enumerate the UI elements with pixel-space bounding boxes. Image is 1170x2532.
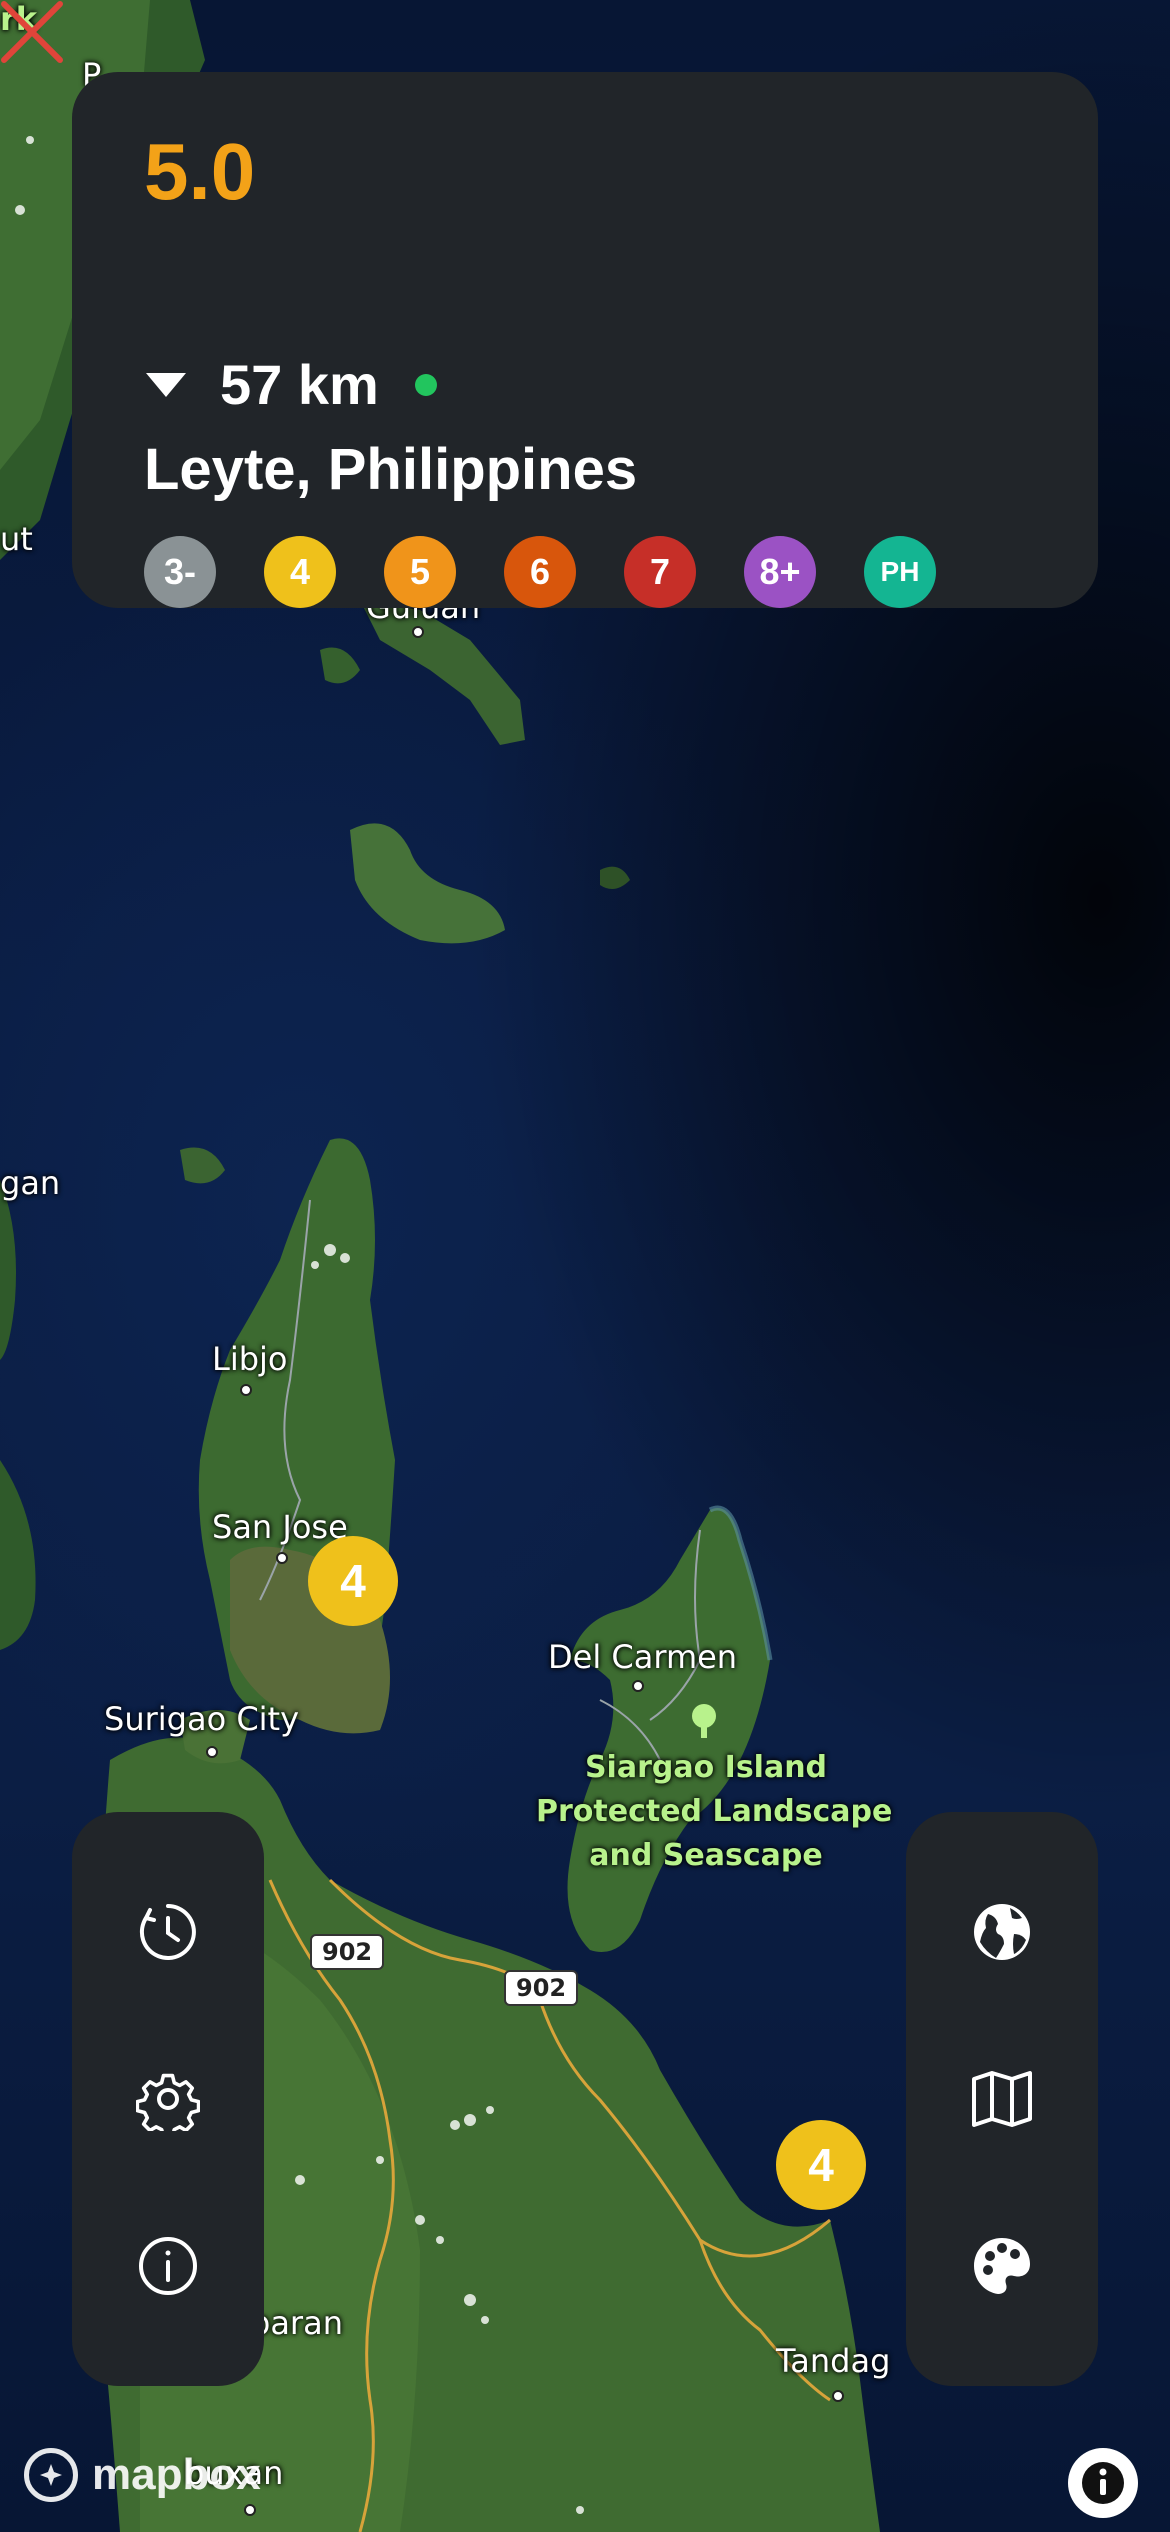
legend-chip-5[interactable]: 5: [384, 536, 456, 608]
info-icon: [139, 2237, 197, 2296]
location-title: Leyte, Philippines: [144, 437, 638, 502]
legend-chip-6[interactable]: 6: [504, 536, 576, 608]
town-dot: [276, 1552, 288, 1564]
mapbox-logo[interactable]: mapbox: [24, 2448, 261, 2502]
attribution-button[interactable]: [1068, 2448, 1138, 2518]
right-control-panel: [906, 1812, 1098, 2386]
town-dot: [240, 1384, 252, 1396]
place-label-left-ut: ut: [0, 520, 33, 558]
earthquake-cluster-marker[interactable]: 4: [776, 2120, 866, 2210]
park-name-line3: and Seascape: [589, 1838, 823, 1873]
town-dot: [832, 2390, 844, 2402]
live-status-dot: [414, 373, 437, 396]
place-label-libjo: Libjo: [212, 1340, 288, 1378]
town-dot: [244, 2504, 256, 2516]
legend-chip-4[interactable]: 4: [264, 536, 336, 608]
mapbox-wordmark: mapbox: [92, 2450, 261, 2499]
map-style-button[interactable]: [952, 2049, 1052, 2149]
park-name-line1: Siargao Island: [584, 1750, 828, 1785]
park-tree-icon: [692, 1704, 716, 1738]
theme-button[interactable]: [952, 2216, 1052, 2316]
legend-chip-8-plus[interactable]: 8+: [744, 536, 816, 608]
place-label-tandag: Tandag: [776, 2342, 891, 2380]
legend-chip-3-minus[interactable]: 3-: [144, 536, 216, 608]
magnitude-value: 5.0: [144, 127, 256, 216]
left-control-panel: [72, 1812, 264, 2386]
settings-button[interactable]: [118, 2049, 218, 2149]
legend-chip-ph[interactable]: PH: [864, 536, 936, 608]
park-name-line2: Protected Landscape: [536, 1794, 893, 1829]
globe-icon: [974, 1903, 1030, 1960]
place-label-left-gan: gan: [0, 1164, 61, 1202]
earthquake-cluster-marker[interactable]: 4: [308, 1536, 398, 1626]
mapbox-logo-icon: [24, 2448, 78, 2502]
depth-down-arrow-icon: [146, 372, 186, 397]
town-dot: [206, 1746, 218, 1758]
place-label-san-jose: San Jose: [212, 1508, 348, 1546]
road-shield: 902: [504, 1970, 579, 2006]
depth-row: 57 km: [144, 352, 437, 417]
globe-view-button[interactable]: [952, 1882, 1052, 1982]
earthquake-info-card[interactable]: 5.0 57 km Leyte, Philippines 3- 4 5 6 7 …: [72, 72, 1098, 608]
magnitude-legend: 3- 4 5 6 7 8+ PH: [144, 536, 984, 608]
place-label-park: Siargao Island Protected Landscape and S…: [536, 1746, 893, 1878]
road-shield: 902: [310, 1934, 385, 1970]
legend-chip-7[interactable]: 7: [624, 536, 696, 608]
depth-value: 57 km: [220, 353, 379, 416]
place-label-surigao-city: Surigao City: [104, 1700, 300, 1738]
town-dot: [412, 626, 424, 638]
epicenter-x-icon: [1, 1, 63, 63]
palette-icon: [974, 2238, 1030, 2295]
history-button[interactable]: [118, 1882, 218, 1982]
history-clock-icon: [139, 1903, 196, 1960]
about-button[interactable]: [118, 2216, 218, 2316]
map-icon: [972, 2070, 1032, 2127]
info-icon: [1082, 2462, 1124, 2504]
place-label-del-carmen: Del Carmen: [548, 1638, 738, 1676]
settings-gear-icon: [136, 2073, 200, 2131]
town-dot: [632, 1680, 644, 1692]
